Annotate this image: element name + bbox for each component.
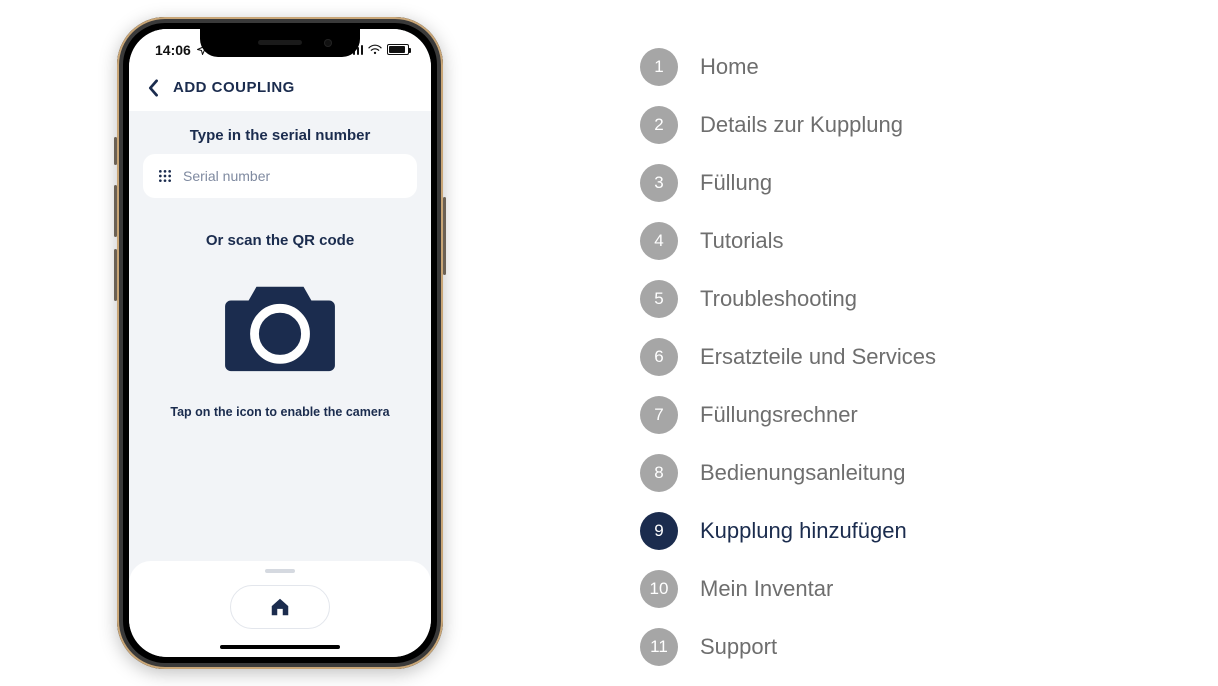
- home-button[interactable]: [230, 585, 330, 629]
- camera-icon[interactable]: [221, 275, 339, 377]
- menu-item-6[interactable]: 6 Ersatzteile und Services: [640, 338, 1218, 376]
- menu-number-badge: 8: [640, 454, 678, 492]
- notch: [200, 29, 360, 57]
- menu-label: Home: [700, 54, 759, 80]
- menu-label: Troubleshooting: [700, 286, 857, 312]
- keypad-icon: [157, 168, 173, 184]
- bottom-sheet[interactable]: [129, 561, 431, 657]
- menu-number-badge: 11: [640, 628, 678, 666]
- phone-mockup: 14:06: [0, 0, 560, 685]
- menu-item-5[interactable]: 5 Troubleshooting: [640, 280, 1218, 318]
- menu-number-badge: 1: [640, 48, 678, 86]
- menu-item-8[interactable]: 8 Bedienungsanleitung: [640, 454, 1218, 492]
- page-title: ADD COUPLING: [173, 79, 295, 96]
- home-indicator: [220, 645, 340, 649]
- power-button: [443, 197, 446, 275]
- menu-item-11[interactable]: 11 Support: [640, 628, 1218, 666]
- serial-prompt: Type in the serial number: [143, 127, 417, 144]
- menu-item-10[interactable]: 10 Mein Inventar: [640, 570, 1218, 608]
- volume-up: [114, 185, 117, 237]
- menu-label: Kupplung hinzufügen: [700, 518, 907, 544]
- home-icon: [269, 596, 291, 618]
- phone-screen: 14:06: [129, 29, 431, 657]
- back-chevron-icon[interactable]: [147, 79, 159, 97]
- serial-placeholder: Serial number: [183, 168, 270, 184]
- or-prompt: Or scan the QR code: [143, 232, 417, 249]
- menu-item-4[interactable]: 4 Tutorials: [640, 222, 1218, 260]
- volume-down: [114, 249, 117, 301]
- app-header: ADD COUPLING: [129, 71, 431, 111]
- drag-handle[interactable]: [265, 569, 295, 573]
- menu-item-1[interactable]: 1 Home: [640, 48, 1218, 86]
- menu-label: Füllung: [700, 170, 772, 196]
- menu-label: Ersatzteile und Services: [700, 344, 936, 370]
- menu-number-badge: 2: [640, 106, 678, 144]
- clock-text: 14:06: [155, 42, 191, 58]
- menu-number-badge: 10: [640, 570, 678, 608]
- battery-icon: [387, 44, 409, 55]
- menu-legend: 1 Home 2 Details zur Kupplung 3 Füllung 4 Tutor…: [560, 0, 1218, 686]
- menu-number-badge: 3: [640, 164, 678, 202]
- menu-label: Bedienungsanleitung: [700, 460, 906, 486]
- menu-label: Support: [700, 634, 777, 660]
- menu-item-2[interactable]: 2 Details zur Kupplung: [640, 106, 1218, 144]
- menu-number-badge: 9: [640, 512, 678, 550]
- menu-item-3[interactable]: 3 Füllung: [640, 164, 1218, 202]
- menu-item-7[interactable]: 7 Füllungsrechner: [640, 396, 1218, 434]
- menu-label: Tutorials: [700, 228, 784, 254]
- speaker-grille: [258, 40, 302, 45]
- camera-block: Tap on the icon to enable the camera: [143, 275, 417, 419]
- tap-hint: Tap on the icon to enable the camera: [143, 405, 417, 419]
- menu-list: 1 Home 2 Details zur Kupplung 3 Füllung 4 Tutor…: [640, 48, 1218, 666]
- menu-number-badge: 6: [640, 338, 678, 376]
- serial-input[interactable]: Serial number: [143, 154, 417, 198]
- menu-item-9[interactable]: 9 Kupplung hinzufügen: [640, 512, 1218, 550]
- front-camera: [324, 39, 332, 47]
- mute-switch: [114, 137, 117, 165]
- menu-label: Details zur Kupplung: [700, 112, 903, 138]
- menu-label: Mein Inventar: [700, 576, 833, 602]
- phone-frame: 14:06: [117, 17, 443, 669]
- menu-number-badge: 4: [640, 222, 678, 260]
- wifi-icon: [368, 44, 382, 56]
- menu-number-badge: 5: [640, 280, 678, 318]
- menu-label: Füllungsrechner: [700, 402, 858, 428]
- menu-number-badge: 7: [640, 396, 678, 434]
